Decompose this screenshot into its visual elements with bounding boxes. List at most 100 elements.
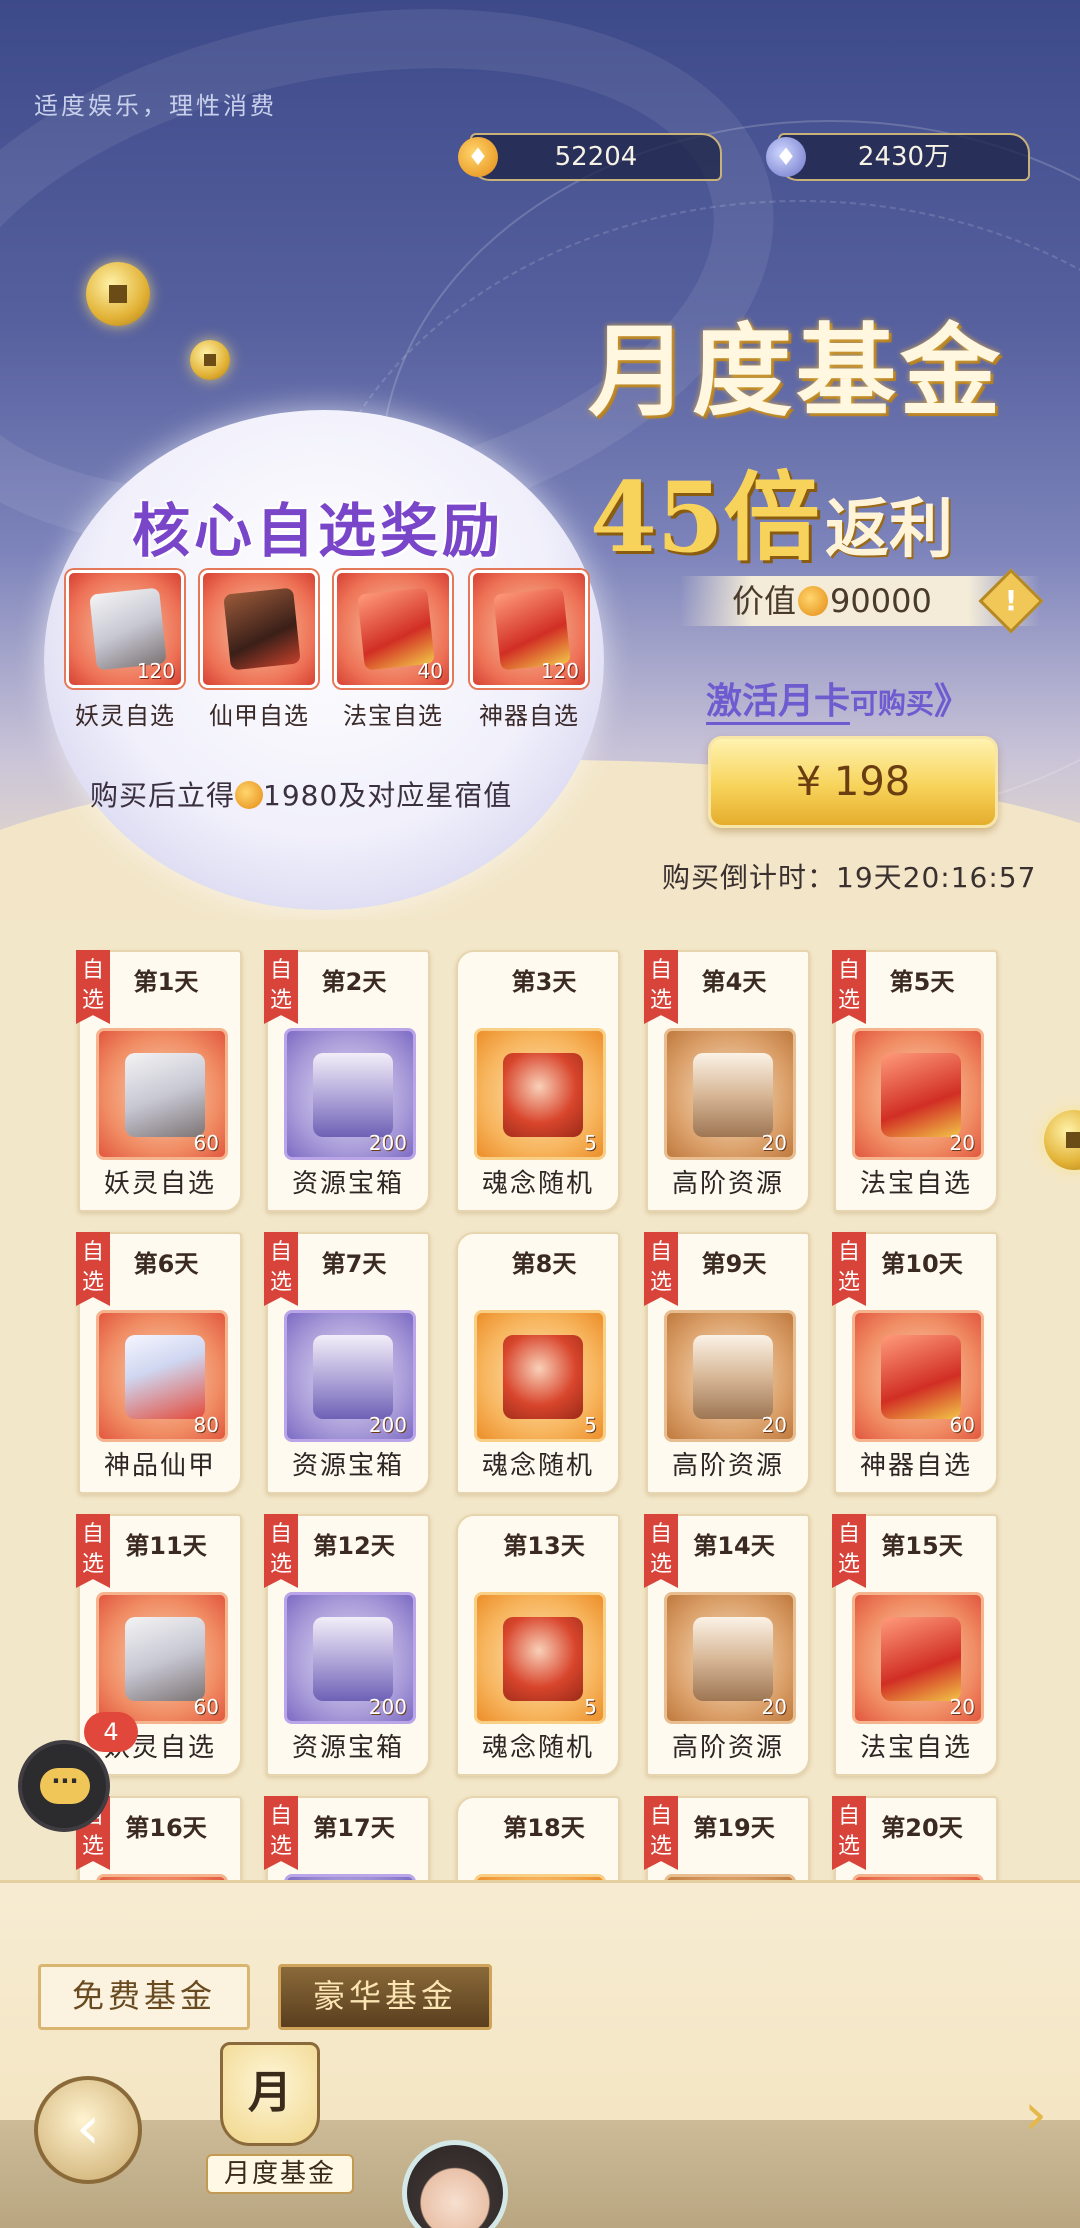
coin-icon bbox=[190, 340, 230, 380]
daily-reward-card[interactable]: 自选 第10天 60 神器自选 bbox=[832, 1232, 998, 1494]
optional-ribbon: 自选 bbox=[76, 1514, 110, 1588]
daily-reward-card[interactable]: 自选 第5天 20 法宝自选 bbox=[832, 950, 998, 1212]
optional-ribbon: 自选 bbox=[832, 1796, 866, 1870]
daily-reward-card[interactable]: 第8天 5 魂念随机 bbox=[456, 1232, 620, 1494]
multiplier-text: 45倍 bbox=[590, 461, 820, 574]
spirit-portrait-icon bbox=[89, 587, 167, 671]
day-label: 第19天 bbox=[693, 1814, 775, 1842]
reward-quantity: 20 bbox=[761, 1695, 787, 1719]
reward-label: 法宝自选 bbox=[859, 1169, 972, 1199]
activate-suffix: 可购买 bbox=[850, 687, 935, 720]
reward-label: 资源宝箱 bbox=[291, 1733, 404, 1763]
reward-icon-frame: 20 bbox=[852, 1028, 984, 1160]
core-reward-title: 核心自选奖励 bbox=[132, 497, 505, 565]
optional-ribbon: 自选 bbox=[832, 1232, 866, 1306]
chat-button[interactable]: ··· bbox=[18, 1740, 110, 1832]
daily-reward-card[interactable]: 自选 第15天 20 法宝自选 bbox=[832, 1514, 998, 1776]
treasure-gift-icon bbox=[881, 1617, 961, 1701]
resource-chest-icon bbox=[313, 1335, 393, 1419]
back-arrow-icon[interactable]: ‹ bbox=[34, 2076, 142, 2184]
purchase-button[interactable]: ¥ 198 bbox=[708, 736, 998, 828]
item-name: 妖灵自选 bbox=[75, 702, 175, 730]
reward-quantity: 60 bbox=[193, 1131, 219, 1155]
reward-quantity: 200 bbox=[368, 1413, 407, 1437]
optional-ribbon: 自选 bbox=[264, 1232, 298, 1306]
day-label: 第4天 bbox=[701, 968, 767, 996]
reward-quantity: 5 bbox=[584, 1695, 597, 1719]
reward-frame: 120 bbox=[66, 570, 184, 688]
reward-quantity: 20 bbox=[761, 1413, 787, 1437]
tab-deluxe-fund[interactable]: 豪华基金 bbox=[278, 1964, 492, 2030]
gold-ingot-icon bbox=[235, 781, 264, 809]
daily-reward-card[interactable]: 自选 第14天 20 高阶资源 bbox=[644, 1514, 810, 1776]
daily-reward-card[interactable]: 自选 第7天 200 资源宝箱 bbox=[264, 1232, 430, 1494]
chat-bubble-icon: ··· bbox=[40, 1768, 90, 1804]
monthly-fund-nav-label[interactable]: 月度基金 bbox=[206, 2154, 354, 2194]
daily-reward-card[interactable]: 自选 第2天 200 资源宝箱 bbox=[264, 950, 430, 1212]
daily-reward-card[interactable]: 自选 第12天 200 资源宝箱 bbox=[264, 1514, 430, 1776]
reward-icon-frame: 60 bbox=[852, 1310, 984, 1442]
soul-mystery-icon bbox=[503, 1617, 583, 1701]
day-label: 第16天 bbox=[125, 1814, 207, 1842]
item-count: 40 bbox=[417, 659, 443, 683]
reward-icon-frame: 20 bbox=[852, 1592, 984, 1724]
item-name: 法宝自选 bbox=[343, 702, 443, 730]
reward-icon-frame: 80 bbox=[96, 1310, 228, 1442]
jade-currency[interactable]: ♦ 2430万 bbox=[766, 133, 1030, 181]
core-reward-item[interactable]: 仙甲自选 bbox=[200, 570, 318, 731]
advanced-chest-icon bbox=[693, 1617, 773, 1701]
day-label: 第15天 bbox=[881, 1532, 963, 1560]
item-name: 仙甲自选 bbox=[209, 702, 309, 730]
optional-ribbon: 自选 bbox=[644, 950, 678, 1024]
artifact-gift-icon bbox=[493, 587, 571, 671]
gold-amount: 52204 bbox=[554, 142, 638, 172]
reward-quantity: 20 bbox=[949, 1131, 975, 1155]
reward-quantity: 20 bbox=[949, 1695, 975, 1719]
chat-unread-badge: 4 bbox=[84, 1712, 138, 1752]
item-name: 神器自选 bbox=[479, 702, 579, 730]
activate-card-link[interactable]: 激活月卡可购买》 bbox=[706, 672, 971, 725]
spirit-portrait-icon bbox=[125, 1053, 205, 1137]
reward-icon-frame: 20 bbox=[664, 1592, 796, 1724]
reward-frame: 120 bbox=[470, 570, 588, 688]
item-count: 120 bbox=[540, 659, 579, 683]
daily-reward-card[interactable]: 自选 第4天 20 高阶资源 bbox=[644, 950, 810, 1212]
day-label: 第11天 bbox=[125, 1532, 207, 1560]
core-reward-note: 购买后立得 1980及对应星宿值 bbox=[90, 774, 512, 814]
daily-reward-card[interactable]: 第13天 5 魂念随机 bbox=[456, 1514, 620, 1776]
reward-quantity: 200 bbox=[368, 1695, 407, 1719]
tab-free-fund[interactable]: 免费基金 bbox=[38, 1964, 250, 2030]
core-reward-item[interactable]: 120 神器自选 bbox=[470, 570, 588, 731]
spirit-portrait-icon bbox=[125, 1617, 205, 1701]
reward-icon-frame: 60 bbox=[96, 1592, 228, 1724]
daily-reward-card[interactable]: 自选 第1天 60 妖灵自选 bbox=[76, 950, 242, 1212]
day-label: 第7天 bbox=[321, 1250, 387, 1278]
gold-currency[interactable]: ♦ 52204 bbox=[458, 133, 722, 181]
optional-ribbon: 自选 bbox=[832, 950, 866, 1024]
armor-icon bbox=[223, 587, 301, 671]
reward-icon-frame: 60 bbox=[96, 1028, 228, 1160]
core-reward-item[interactable]: 40 法宝自选 bbox=[334, 570, 452, 731]
treasure-gift-icon bbox=[881, 1053, 961, 1137]
reward-label: 法宝自选 bbox=[859, 1733, 972, 1763]
purchase-countdown: 购买倒计时：19天20:16:57 bbox=[662, 861, 1037, 894]
reward-label: 妖灵自选 bbox=[103, 1169, 216, 1199]
reward-icon-frame: 200 bbox=[284, 1028, 416, 1160]
day-label: 第2天 bbox=[321, 968, 387, 996]
daily-reward-card[interactable]: 第3天 5 魂念随机 bbox=[456, 950, 620, 1212]
optional-ribbon: 自选 bbox=[644, 1232, 678, 1306]
reward-icon-frame: 5 bbox=[474, 1310, 606, 1442]
double-arrow-icon: 》 bbox=[934, 681, 971, 722]
daily-reward-card[interactable]: 自选 第6天 80 神品仙甲 bbox=[76, 1232, 242, 1494]
day-label: 第18天 bbox=[503, 1814, 585, 1842]
daily-reward-card[interactable]: 自选 第9天 20 高阶资源 bbox=[644, 1232, 810, 1494]
reward-quantity: 60 bbox=[949, 1413, 975, 1437]
next-arrow-icon[interactable]: › bbox=[1024, 2080, 1047, 2148]
day-label: 第12天 bbox=[313, 1532, 395, 1560]
reward-label: 高阶资源 bbox=[671, 1733, 784, 1763]
core-reward-item[interactable]: 120 妖灵自选 bbox=[66, 570, 184, 731]
lantern-icon[interactable]: 月 bbox=[220, 2042, 320, 2146]
reward-quantity: 5 bbox=[584, 1131, 597, 1155]
gold-ingot-icon: ♦ bbox=[458, 137, 498, 177]
spirit-portrait-icon bbox=[125, 1335, 205, 1419]
